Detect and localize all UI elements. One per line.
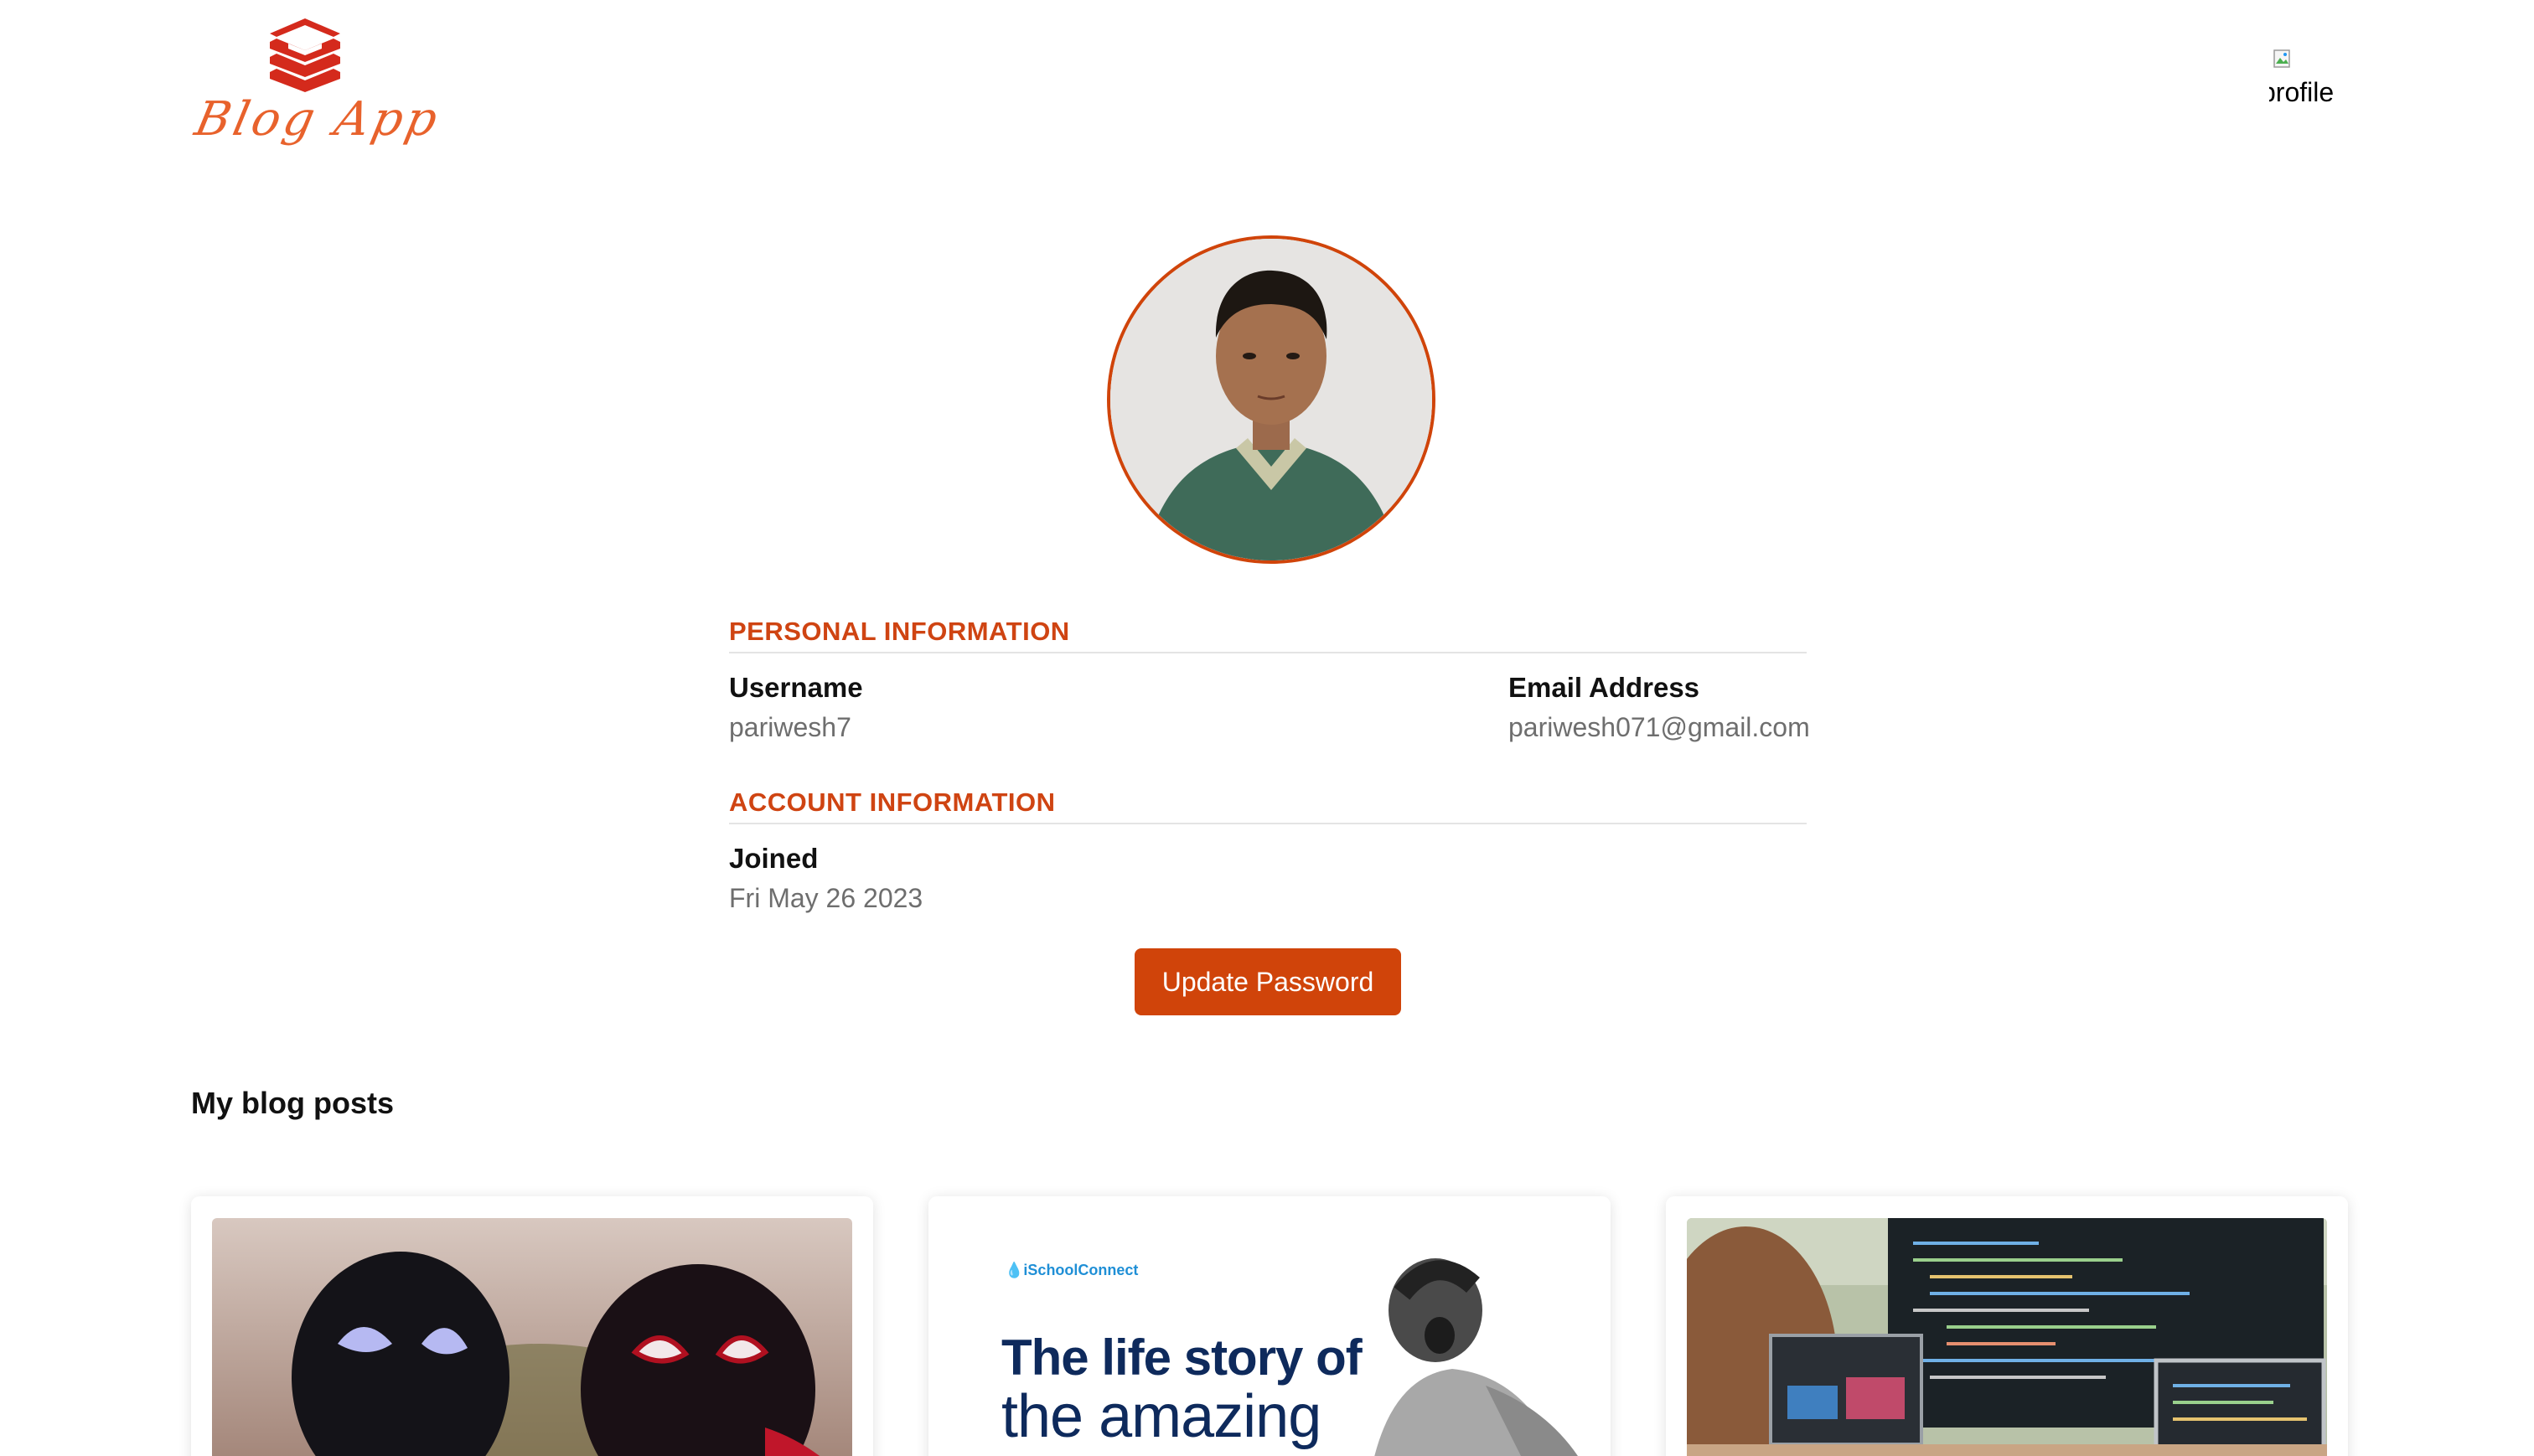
spider-man-image — [212, 1218, 852, 1456]
logo[interactable]: Blog App — [189, 15, 445, 157]
joined-label: Joined — [729, 843, 819, 874]
my-blog-posts-heading: My blog posts — [191, 1086, 394, 1120]
droplet-icon: 💧 — [1005, 1262, 1024, 1278]
brand-text: iSchoolConnect — [1023, 1262, 1139, 1278]
header-avatar-alt-text: profile — [2269, 77, 2335, 107]
blog-post-thumbnail[interactable] — [1687, 1218, 2327, 1456]
personal-information-heading: PERSONAL INFORMATION — [729, 617, 1070, 646]
thumbnail-headline-line-3: CRISTIANO RONALDO — [1001, 1448, 1579, 1456]
email-value: pariwesh071@gmail.com — [1508, 712, 1810, 742]
broken-image-icon — [2273, 49, 2290, 68]
blog-post-thumbnail[interactable] — [212, 1218, 852, 1456]
blog-post-thumbnail[interactable]: 💧iSchoolConnect The life story of the am… — [949, 1218, 1590, 1456]
profile-photo[interactable] — [1107, 235, 1435, 564]
profile-page: Blog App profile — [0, 0, 2534, 1456]
header-avatar[interactable]: profile — [2269, 47, 2353, 114]
email-label: Email Address — [1508, 672, 1700, 703]
section-divider — [729, 652, 1807, 653]
profile-photo-image — [1110, 239, 1432, 560]
logo-text: Blog App — [190, 92, 446, 147]
username-value: pariwesh7 — [729, 712, 851, 742]
update-password-button[interactable]: Update Password — [1135, 948, 1401, 1015]
section-divider — [729, 823, 1807, 824]
account-information-heading: ACCOUNT INFORMATION — [729, 787, 1056, 817]
blog-post-card[interactable] — [191, 1196, 873, 1456]
ischoolconnect-brand: 💧iSchoolConnect — [1005, 1262, 1138, 1279]
blog-post-card[interactable]: 💧iSchoolConnect The life story of the am… — [928, 1196, 1611, 1456]
username-label: Username — [729, 672, 863, 703]
joined-value: Fri May 26 2023 — [729, 883, 923, 913]
thumbnail-headline-line-2: the amazing — [1001, 1383, 1321, 1450]
thumbnail-headline-line-1: The life story of — [1001, 1330, 1363, 1386]
coding-desk-image — [1687, 1218, 2327, 1456]
blog-post-card[interactable] — [1666, 1196, 2348, 1456]
